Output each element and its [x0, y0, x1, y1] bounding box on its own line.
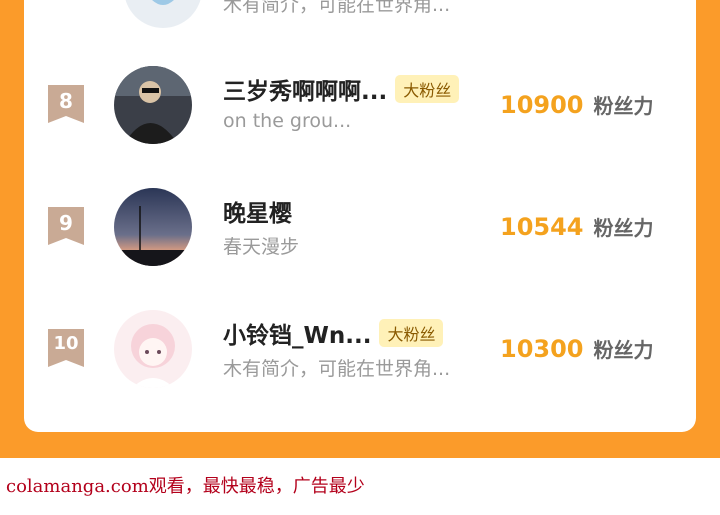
- list-item[interactable]: 8 三岁秀啊啊啊... 大粉丝 on the grou... 10900 粉丝力: [24, 53, 696, 153]
- avatar[interactable]: [114, 310, 192, 388]
- user-bio: 木有简介，可能在世界角...: [223, 358, 451, 380]
- fan-power-label: 粉丝力: [593, 338, 654, 362]
- user-name[interactable]: 小铃铛_Wn...: [223, 316, 371, 350]
- leaderboard-card: 木有简介，可能在世界角... 8 三岁秀啊啊啊... 大粉丝 on the gr…: [24, 0, 696, 432]
- fan-power-label: 粉丝力: [593, 94, 654, 118]
- rank-badge: 9: [48, 207, 84, 245]
- fan-power-label: 粉丝力: [593, 216, 654, 240]
- fan-power-score: 10544: [500, 213, 584, 241]
- rank-number: 8: [59, 89, 73, 113]
- rank-badge: 10: [48, 329, 84, 367]
- watermark-text: colamanga.com观看，最快最稳，广告最少: [6, 476, 365, 497]
- rank-badge: 8: [48, 85, 84, 123]
- user-name[interactable]: 晚星樱: [223, 194, 292, 228]
- user-name[interactable]: 三岁秀啊啊啊...: [223, 72, 387, 106]
- rank-number: 10: [53, 333, 79, 354]
- fan-badge: 大粉丝: [379, 319, 444, 347]
- fan-badge: 大粉丝: [395, 75, 460, 103]
- fan-power-score: 10300: [500, 335, 584, 363]
- avatar[interactable]: [114, 66, 192, 144]
- avatar[interactable]: [124, 0, 202, 28]
- user-bio: on the grou...: [223, 110, 352, 132]
- rank-number: 9: [59, 211, 73, 235]
- user-bio: 木有简介，可能在世界角...: [223, 0, 451, 16]
- list-item[interactable]: 9 晚星樱 春天漫步 10544 粉丝力: [24, 175, 696, 275]
- user-bio: 春天漫步: [223, 236, 300, 258]
- avatar[interactable]: [114, 188, 192, 266]
- fan-power-score: 10900: [500, 91, 584, 119]
- list-item[interactable]: 10 小铃铛_Wn... 大粉丝 木有简介，可能在世界角... 10300 粉丝…: [24, 297, 696, 397]
